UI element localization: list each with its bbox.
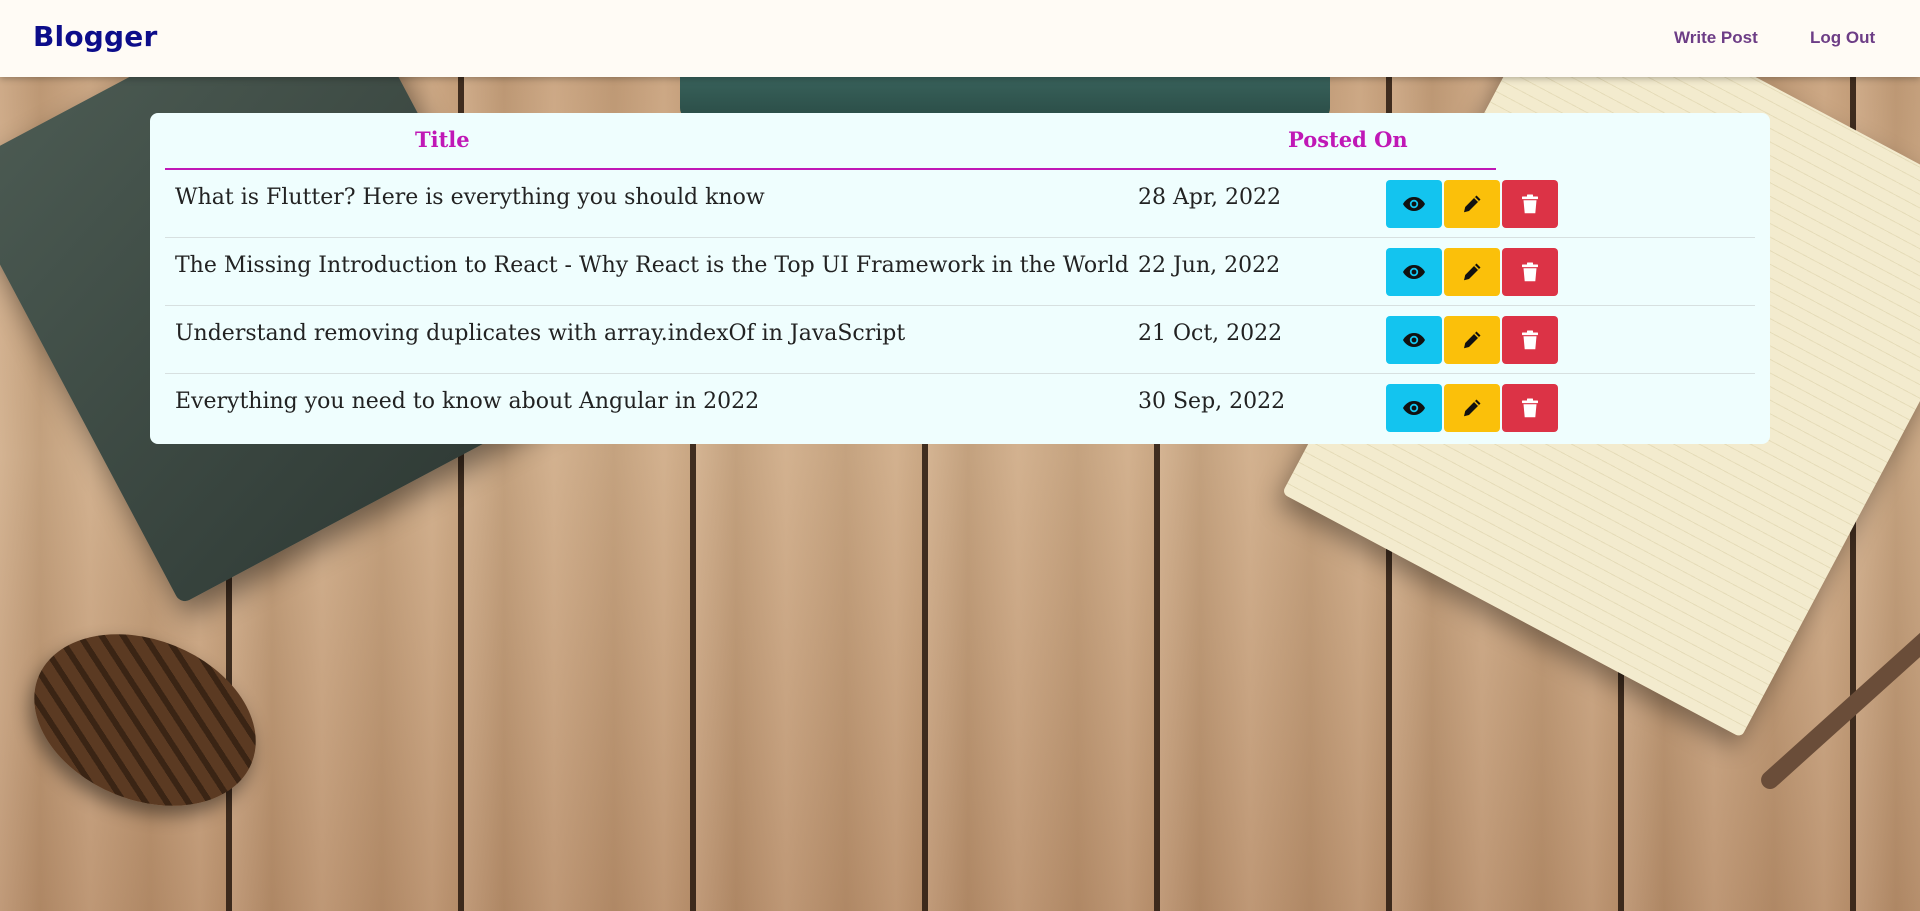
post-date: 30 Sep, 2022 [1138, 389, 1286, 414]
delete-button[interactable] [1502, 248, 1558, 296]
pencil-icon [1464, 263, 1481, 281]
post-title: Everything you need to know about Angula… [175, 389, 760, 414]
trash-icon [1522, 262, 1538, 282]
trash-icon [1522, 194, 1538, 214]
edit-button[interactable] [1444, 316, 1500, 364]
table-row: Understand removing duplicates with arra… [165, 306, 1755, 374]
post-date: 21 Oct, 2022 [1138, 321, 1283, 346]
view-button[interactable] [1386, 384, 1442, 432]
post-date: 28 Apr, 2022 [1138, 185, 1282, 210]
trash-icon [1522, 398, 1538, 418]
pencil-icon [1464, 331, 1481, 349]
delete-button[interactable] [1502, 180, 1558, 228]
eye-icon [1403, 401, 1425, 415]
post-title: Understand removing duplicates with arra… [175, 321, 906, 346]
delete-button[interactable] [1502, 316, 1558, 364]
edit-button[interactable] [1444, 384, 1500, 432]
column-header-title: Title [415, 127, 470, 152]
post-title: The Missing Introduction to React - Why … [175, 253, 1129, 278]
brand-logo[interactable]: Blogger [33, 20, 157, 53]
post-title: What is Flutter? Here is everything you … [175, 185, 765, 210]
column-header-posted-on: Posted On [1288, 127, 1408, 152]
navbar: Blogger Write Post Log Out [0, 0, 1920, 77]
delete-button[interactable] [1502, 384, 1558, 432]
table-row: The Missing Introduction to React - Why … [165, 238, 1755, 306]
post-date: 22 Jun, 2022 [1138, 253, 1281, 278]
view-button[interactable] [1386, 180, 1442, 228]
edit-button[interactable] [1444, 180, 1500, 228]
background-pinecone [8, 602, 282, 838]
trash-icon [1522, 330, 1538, 350]
pencil-icon [1464, 399, 1481, 417]
eye-icon [1403, 333, 1425, 347]
table-row: Everything you need to know about Angula… [165, 374, 1755, 442]
view-button[interactable] [1386, 248, 1442, 296]
eye-icon [1403, 197, 1425, 211]
posts-table: Title Posted On What is Flutter? Here is… [150, 113, 1770, 444]
table-row: What is Flutter? Here is everything you … [165, 170, 1755, 238]
edit-button[interactable] [1444, 248, 1500, 296]
view-button[interactable] [1386, 316, 1442, 364]
log-out-link[interactable]: Log Out [1810, 28, 1875, 48]
pencil-icon [1464, 195, 1481, 213]
eye-icon [1403, 265, 1425, 279]
write-post-link[interactable]: Write Post [1674, 28, 1758, 48]
